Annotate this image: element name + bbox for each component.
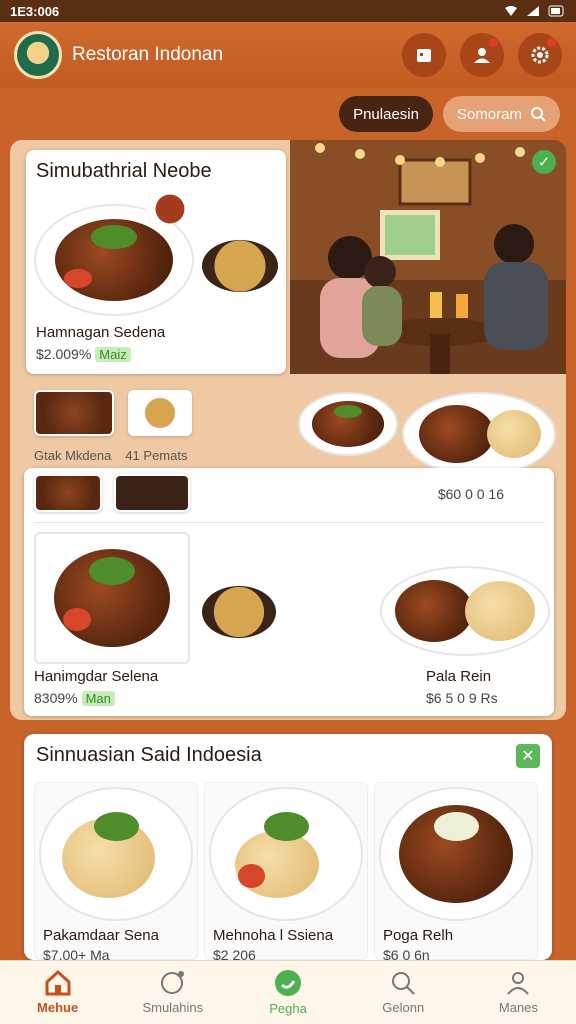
- featured-price-value: $2.009%: [36, 346, 92, 362]
- list-thumbnail-2[interactable]: [114, 474, 190, 512]
- grid-item-price: $7.00+ Ma: [43, 947, 110, 960]
- signal-icon: [527, 6, 539, 16]
- list-top-price: $60 0 0 16: [437, 486, 504, 502]
- sauce-bowl-image: [146, 194, 194, 224]
- app-header: Restoran Indonan: [0, 22, 576, 88]
- nav-label-search: Gelonn: [382, 1000, 425, 1015]
- list-side-bowl-image: [202, 586, 276, 638]
- search-icon: [531, 107, 546, 122]
- search-icon: [392, 972, 415, 995]
- battery-icon: [548, 5, 564, 17]
- nav-item-simulations[interactable]: Smulahins: [115, 961, 230, 1024]
- list-price-left: 8309% Man: [34, 690, 115, 706]
- thumbnail-label-right: 41 Pemats: [125, 448, 188, 463]
- list-dish-name-left: Hanimgdar Selena: [34, 668, 159, 685]
- grid-item-name: Mehnoha l Ssiena: [213, 927, 334, 944]
- chip-search-label: Somoram: [456, 105, 522, 123]
- chip-search[interactable]: Somoram: [442, 96, 560, 132]
- restaurant-scene-image: [290, 140, 566, 374]
- list-price-right: $6 5 0 9 Rs: [426, 690, 498, 706]
- home-icon: [45, 970, 71, 996]
- section-title: Sinnuasian Said Indoesia: [36, 744, 262, 766]
- gear-icon: [531, 46, 549, 64]
- status-time: 1E3:006: [10, 3, 60, 19]
- featured-title: Simubathrial Neobe: [36, 160, 212, 182]
- grid-item-image: [379, 787, 533, 921]
- thumbnail-bowl-large[interactable]: [298, 392, 398, 456]
- check-icon[interactable]: ✓: [532, 150, 556, 174]
- calendar-icon: [417, 49, 431, 62]
- divider: [34, 522, 544, 523]
- featured-card[interactable]: Simubathrial Neobe Hamnagan Sedena $2.00…: [26, 150, 286, 374]
- app-title: Restoran Indonan: [72, 44, 224, 65]
- nav-label-simulations: Smulahins: [142, 1000, 204, 1015]
- status-icons: [504, 5, 566, 17]
- status-bar: 1E3:006: [0, 0, 576, 22]
- grid-item-name: Poga Relh: [383, 927, 454, 944]
- nav-label-profile: Manes: [498, 1000, 538, 1015]
- wifi-icon: [505, 6, 517, 16]
- notification-dot: [547, 38, 556, 47]
- restaurant-photo[interactable]: ✓: [290, 140, 566, 374]
- grid-item-price: $2 206: [213, 947, 256, 960]
- featured-dish-name: Hamnagan Sedena: [36, 324, 166, 341]
- grid-item-price: $6 0 6n: [383, 947, 430, 960]
- grid-item[interactable]: Poga Relh $6 0 6n: [374, 782, 538, 960]
- list-badge-left: Man: [81, 691, 115, 706]
- grid-item[interactable]: Mehnoha l Ssiena $2 206: [204, 782, 368, 960]
- grid-item-image: [39, 787, 193, 921]
- list-price-left-value: 8309%: [34, 690, 78, 706]
- nav-item-search[interactable]: Gelonn: [346, 961, 461, 1024]
- list-dish-image-left[interactable]: [34, 532, 190, 664]
- close-icon[interactable]: ✕: [516, 744, 540, 768]
- notification-dot: [489, 38, 498, 47]
- grid-item-image: [209, 787, 363, 921]
- thumbnail-label-left: Gtak Mkdena: [34, 448, 112, 463]
- thumbnail-plate-large[interactable]: [402, 392, 556, 476]
- nav-label-home: Mehue: [37, 1000, 79, 1015]
- header-actions: [402, 33, 562, 77]
- calendar-button[interactable]: [402, 33, 446, 77]
- list-dish-image-right[interactable]: [380, 566, 550, 656]
- filter-chips: Pnulaesin Somoram: [339, 96, 560, 132]
- chip-primary[interactable]: Pnulaesin: [339, 96, 433, 132]
- chat-icon: [160, 971, 184, 994]
- featured-badge: Maiz: [95, 347, 131, 362]
- grid-item-name: Pakamdaar Sena: [43, 927, 159, 944]
- chip-primary-label: Pnulaesin: [353, 105, 419, 123]
- nav-label-messages: Pegha: [269, 1001, 307, 1016]
- side-bowl-image: [202, 240, 278, 292]
- grid-item[interactable]: Pakamdaar Sena $7.00+ Ma: [34, 782, 198, 960]
- settings-button[interactable]: [518, 33, 562, 77]
- profile-button[interactable]: [460, 33, 504, 77]
- thumbnail-labels: Gtak Mkdena 41 Pemats: [34, 448, 187, 463]
- thumbnail-dish-1[interactable]: [34, 390, 114, 436]
- dish-list-card: $60 0 0 16 Hanimgdar Selena 8309% Man Pal…: [24, 468, 554, 716]
- section-card: Sinnuasian Said Indoesia ✕ Pakamdaar Sen…: [24, 734, 552, 960]
- thumbnail-dish-2[interactable]: [128, 390, 192, 436]
- nav-item-messages[interactable]: Pegha: [230, 961, 345, 1024]
- restaurant-logo[interactable]: [14, 31, 62, 79]
- nav-item-home[interactable]: Mehue: [0, 961, 115, 1024]
- user-icon: [474, 48, 490, 63]
- bottom-nav: Mehue Smulahins Pegha Gelonn Manes: [0, 960, 576, 1024]
- main-panel: Simubathrial Neobe Hamnagan Sedena $2.00…: [10, 140, 566, 720]
- nav-item-profile[interactable]: Manes: [461, 961, 576, 1024]
- profile-icon: [507, 972, 530, 995]
- message-icon: [275, 970, 301, 996]
- list-dish-name-right: Pala Rein: [426, 668, 492, 685]
- list-thumbnail-1[interactable]: [34, 474, 102, 512]
- featured-price: $2.009% Maiz: [36, 346, 131, 362]
